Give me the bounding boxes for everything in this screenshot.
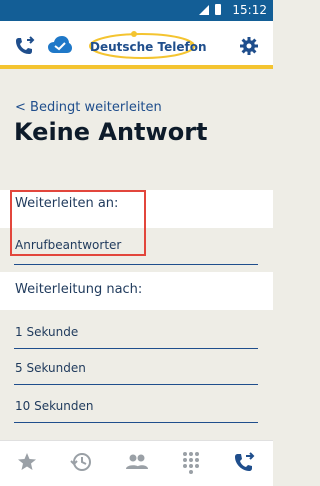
- page-title: Keine Antwort: [14, 118, 208, 146]
- divider: [14, 384, 258, 385]
- brand-logo: Deutsche Telefon: [86, 30, 206, 62]
- header-accent-stripe: [0, 65, 273, 69]
- star-icon[interactable]: [14, 449, 40, 475]
- divider: [14, 422, 258, 423]
- forward-after-label: Weiterleitung nach:: [15, 282, 143, 297]
- option-label: 10 Sekunden: [15, 399, 94, 413]
- gear-icon[interactable]: [240, 37, 258, 55]
- option-row[interactable]: 5 Sekunden: [0, 352, 273, 384]
- dialpad-icon[interactable]: [178, 449, 204, 475]
- status-time: 15:12: [232, 3, 267, 17]
- call-forward-icon[interactable]: [232, 449, 258, 475]
- option-row[interactable]: 10 Sekunden: [0, 390, 273, 422]
- option-label: 5 Sekunden: [15, 361, 86, 375]
- contacts-icon[interactable]: [124, 449, 150, 475]
- signal-icon: [199, 5, 209, 15]
- option-label: 1 Sekunde: [15, 325, 79, 339]
- app-bar: Deutsche Telefon: [0, 21, 273, 69]
- call-forward-icon[interactable]: [14, 36, 36, 56]
- history-icon[interactable]: [68, 449, 94, 475]
- option-row[interactable]: 1 Sekunde: [0, 316, 273, 348]
- brand-name: Deutsche Telefon: [90, 40, 207, 54]
- bottom-nav: [0, 440, 273, 486]
- forward-after-header-row: Weiterleitung nach:: [0, 272, 273, 310]
- back-link[interactable]: < Bedingt weiterleiten: [15, 100, 162, 115]
- divider: [14, 348, 258, 349]
- status-bar: 15:12: [0, 0, 273, 21]
- divider: [14, 264, 258, 265]
- battery-icon: [215, 4, 221, 15]
- highlight-box: [10, 190, 146, 256]
- cloud-check-icon[interactable]: [47, 35, 73, 55]
